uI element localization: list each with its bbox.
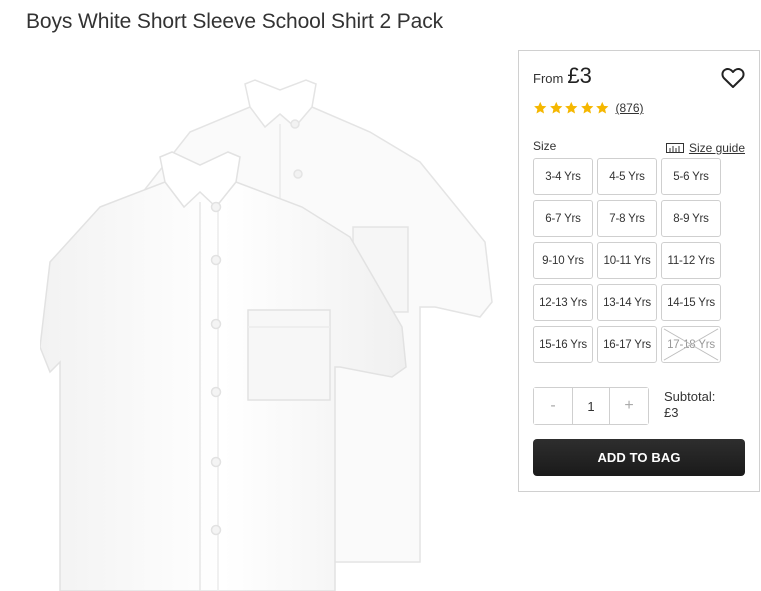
size-grid: 3-4 Yrs 4-5 Yrs 5-6 Yrs 6-7 Yrs 7-8 Yrs 8-9 Y… — [533, 158, 721, 363]
size-option-label: 12-13 Yrs — [539, 296, 587, 309]
star-icon — [596, 101, 609, 114]
size-guide-label: Size guide — [688, 141, 745, 155]
star-icon — [549, 101, 562, 114]
size-option[interactable]: 11-12 Yrs — [661, 242, 721, 279]
size-option-label: 15-16 Yrs — [539, 338, 587, 351]
rating: (876) — [533, 101, 644, 115]
size-option[interactable]: 4-5 Yrs — [597, 158, 657, 195]
shirts-illustration — [39, 79, 493, 591]
size-option-label: 8-9 Yrs — [673, 212, 709, 225]
star-icon — [580, 101, 593, 114]
price-row: From £3 — [533, 63, 592, 89]
size-option-label: 14-15 Yrs — [667, 296, 715, 309]
star-rating — [533, 101, 611, 115]
size-option[interactable]: 8-9 Yrs — [661, 200, 721, 237]
size-option[interactable]: 10-11 Yrs — [597, 242, 657, 279]
size-option[interactable]: 13-14 Yrs — [597, 284, 657, 321]
review-count-link[interactable]: (876) — [616, 101, 644, 115]
product-title: Boys White Short Sleeve School Shirt 2 P… — [26, 10, 444, 33]
size-label: Size — [533, 139, 557, 153]
size-option[interactable]: 12-13 Yrs — [533, 284, 593, 321]
size-option-label: 7-8 Yrs — [609, 212, 645, 225]
size-option[interactable]: 9-10 Yrs — [533, 242, 593, 279]
subtotal-label: Subtotal: — [664, 389, 716, 404]
size-option-label: 10-11 Yrs — [603, 254, 651, 267]
product-image[interactable] — [39, 62, 500, 591]
size-option-label: 6-7 Yrs — [545, 212, 581, 225]
subtotal-value: £3 — [664, 405, 679, 420]
size-guide-link[interactable]: Size guide — [665, 141, 745, 155]
size-option[interactable]: 6-7 Yrs — [533, 200, 593, 237]
price-value: £3 — [567, 63, 592, 88]
size-option-label: 4-5 Yrs — [609, 170, 645, 183]
quantity-input[interactable] — [572, 388, 610, 424]
size-option-label: 11-12 Yrs — [667, 254, 715, 267]
size-option[interactable]: 16-17 Yrs — [597, 326, 657, 363]
heart-icon[interactable] — [721, 67, 745, 89]
size-option-label: 3-4 Yrs — [545, 170, 581, 183]
size-option-label: 13-14 Yrs — [603, 296, 651, 309]
add-to-bag-button[interactable]: ADD TO BAG — [533, 439, 745, 476]
buy-panel: From £3 (876) Size Size guide 3-4 Yrs 4-5… — [518, 50, 760, 492]
star-icon — [565, 101, 578, 114]
size-option[interactable]: 3-4 Yrs — [533, 158, 593, 195]
size-option-label: 16-17 Yrs — [603, 338, 651, 351]
quantity-increase-button[interactable]: + — [610, 388, 648, 424]
size-option[interactable]: 7-8 Yrs — [597, 200, 657, 237]
size-option-label: 17-18 Yrs — [667, 338, 715, 351]
size-option[interactable]: 17-18 Yrs — [661, 326, 721, 363]
subtotal: Subtotal: £3 — [664, 389, 715, 421]
size-option[interactable]: 15-16 Yrs — [533, 326, 593, 363]
size-option-label: 5-6 Yrs — [673, 170, 709, 183]
size-option[interactable]: 14-15 Yrs — [661, 284, 721, 321]
price-from-label: From — [533, 71, 564, 86]
size-option-label: 9-10 Yrs — [542, 254, 584, 267]
quantity-stepper: - + — [533, 387, 649, 425]
ruler-icon — [665, 143, 684, 153]
size-option[interactable]: 5-6 Yrs — [661, 158, 721, 195]
quantity-decrease-button[interactable]: - — [534, 388, 572, 424]
star-icon — [534, 101, 547, 114]
